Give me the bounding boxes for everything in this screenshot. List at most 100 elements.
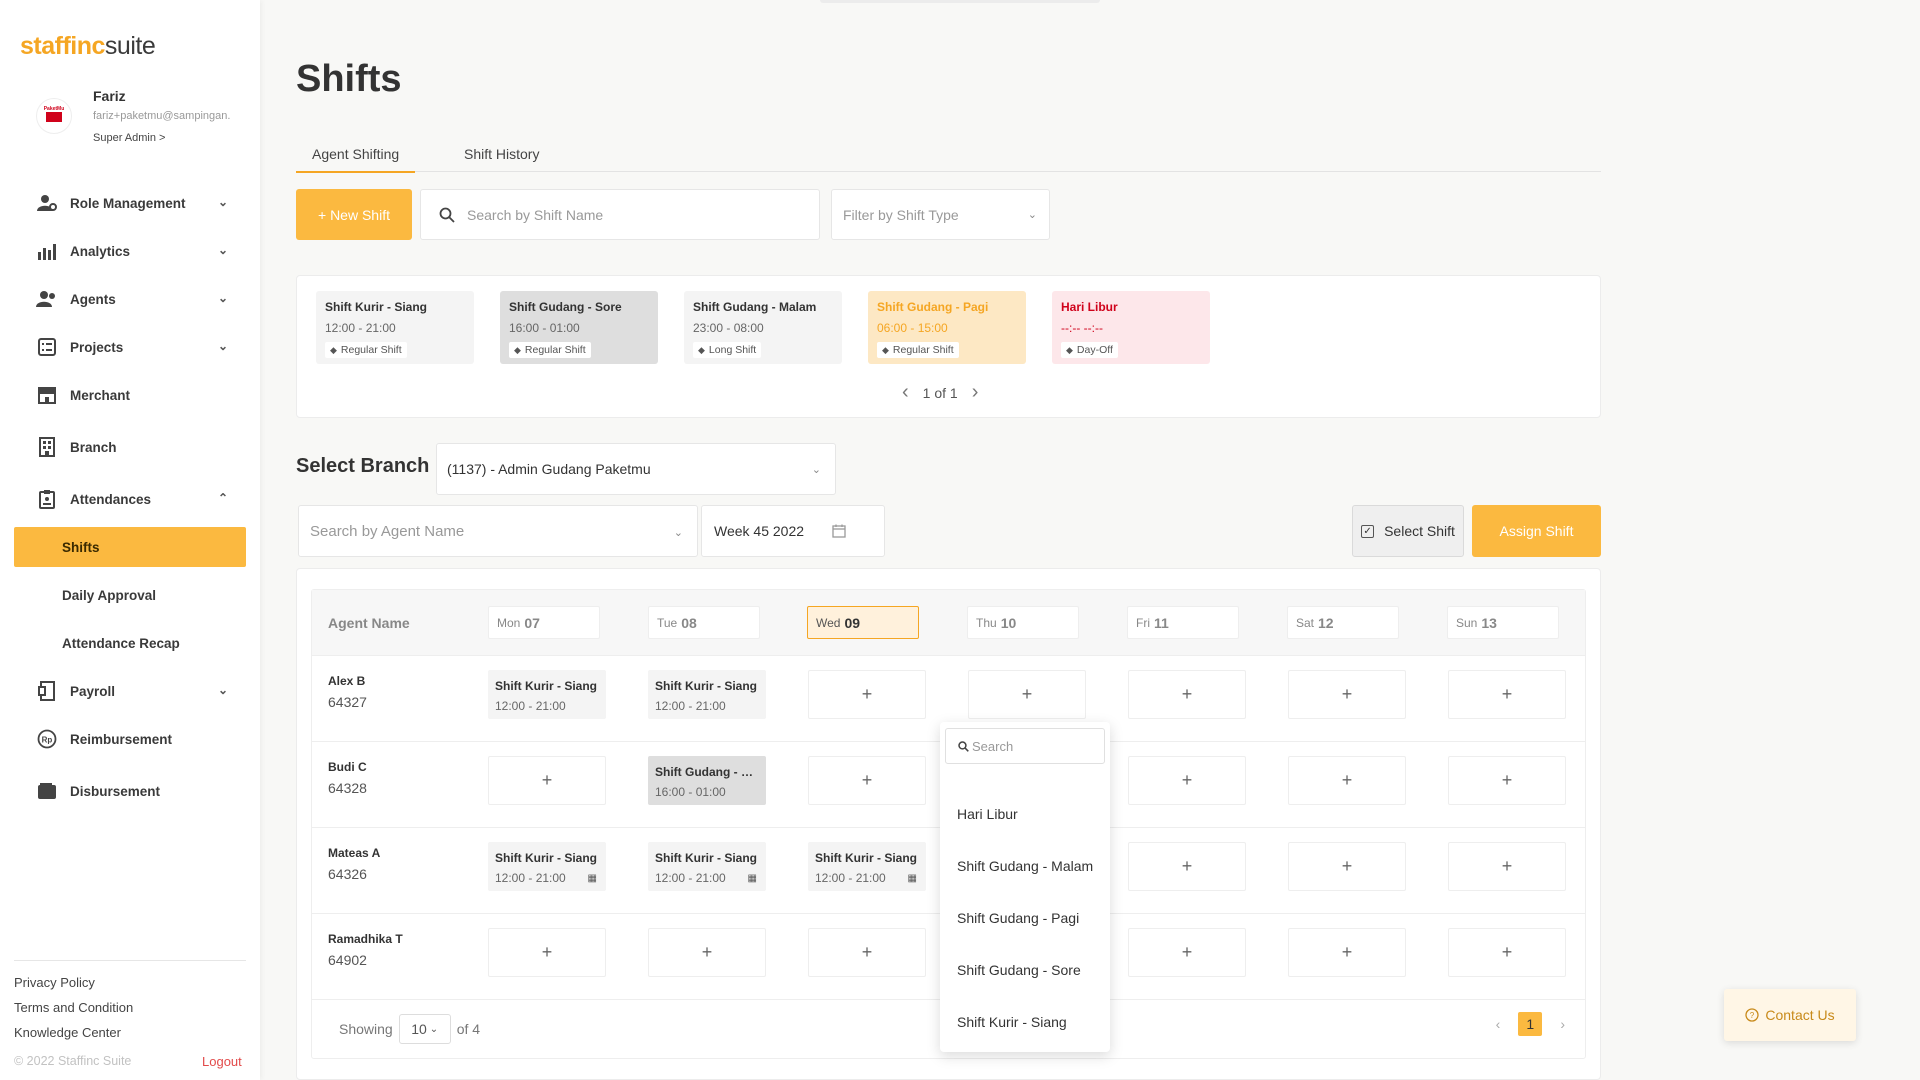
shift-cell[interactable]: Shift Kurir - Siang 12:00 - 21:00 ▦ <box>808 842 926 891</box>
nav-label: Projects <box>70 339 124 355</box>
page-size-select[interactable]: 10 ⌄ <box>398 1014 451 1044</box>
add-shift-cell[interactable]: + <box>488 928 606 977</box>
day-header: Thu 10 <box>967 606 1079 639</box>
shift-card-time: 12:00 - 21:00 <box>325 321 396 335</box>
contact-us-button[interactable]: ? Contact Us <box>1724 989 1856 1041</box>
add-shift-cell[interactable]: + <box>968 670 1086 719</box>
add-shift-cell[interactable]: + <box>808 670 926 719</box>
building-icon: ▦ <box>907 873 917 884</box>
logout-link[interactable]: Logout <box>202 1054 242 1069</box>
agent-id: 64326 <box>328 866 367 882</box>
avatar: PaketMu <box>36 98 72 134</box>
nav-disbursement[interactable]: Disbursement <box>14 771 246 811</box>
add-shift-cell[interactable]: + <box>1288 756 1406 805</box>
cell-shift-name: Shift Kurir - Siang <box>495 679 597 693</box>
user-role-link[interactable]: Super Admin > <box>93 132 165 144</box>
nav-merchant[interactable]: Merchant <box>14 375 246 415</box>
chevron-right-icon[interactable]: › <box>972 381 979 404</box>
paketmu-logo-icon: PaketMu <box>44 106 65 122</box>
shift-card[interactable]: Shift Gudang - Pagi 06:00 - 15:00 ◆ Regul… <box>868 291 1026 364</box>
svg-text:PaketMu: PaketMu <box>44 106 65 112</box>
dropdown-option[interactable]: Hari Libur <box>957 806 1018 822</box>
nav-analytics[interactable]: Analytics ⌄ <box>14 231 246 271</box>
add-shift-cell[interactable]: + <box>808 928 926 977</box>
nav-shifts[interactable]: Shifts <box>14 527 246 567</box>
select-shift-label: Select Shift <box>1384 523 1455 539</box>
chevron-left-icon[interactable]: ‹ <box>902 381 909 404</box>
cell-shift-name: Shift Kurir - Siang <box>655 679 757 693</box>
add-shift-cell[interactable]: + <box>1288 670 1406 719</box>
nav-role-management[interactable]: Role Management ⌄ <box>14 183 246 223</box>
new-shift-button[interactable]: + New Shift <box>296 189 412 240</box>
assign-shift-button[interactable]: Assign Shift <box>1472 505 1601 557</box>
week-picker[interactable]: Week 45 2022 <box>701 505 885 557</box>
dropdown-option[interactable]: Shift Gudang - Pagi <box>957 910 1079 926</box>
chevron-down-icon: ⌄ <box>811 464 821 476</box>
nav-label: Merchant <box>70 387 131 403</box>
cell-shift-time: 12:00 - 21:00 <box>495 699 566 713</box>
select-shift-button[interactable]: ✓ Select Shift <box>1352 505 1464 557</box>
search-icon <box>439 207 455 223</box>
shift-cell[interactable]: Shift Kurir - Siang 12:00 - 21:00 <box>648 670 766 719</box>
day-number: 08 <box>681 614 697 631</box>
shift-type-filter[interactable]: Filter by Shift Type ⌄ <box>831 189 1050 240</box>
nav-reimbursement[interactable]: Rp Reimbursement <box>14 719 246 759</box>
shift-card[interactable]: Shift Gudang - Malam 23:00 - 08:00 ◆ Long… <box>684 291 842 364</box>
nav-agents[interactable]: Agents ⌄ <box>14 279 246 319</box>
nav-payroll[interactable]: Payroll ⌄ <box>14 671 246 711</box>
branch-select[interactable]: (1137) - Admin Gudang Paketmu ⌄ <box>436 443 836 495</box>
chevron-right-icon[interactable]: › <box>1560 1016 1565 1032</box>
select-branch-label: Select Branch <box>296 455 430 477</box>
tab-shift-history[interactable]: Shift History <box>464 146 539 171</box>
dropdown-option[interactable]: Shift Kurir - Siang <box>957 1014 1067 1030</box>
tag-icon: ◆ <box>330 344 337 355</box>
knowledge-center-link[interactable]: Knowledge Center <box>14 1025 246 1050</box>
nav-projects[interactable]: Projects ⌄ <box>14 327 246 367</box>
tab-agent-shifting[interactable]: Agent Shifting <box>296 146 416 173</box>
shift-cell[interactable]: Shift Kurir - Siang 12:00 - 21:00 ▦ <box>488 842 606 891</box>
shift-card[interactable]: Shift Kurir - Siang 12:00 - 21:00 ◆ Regul… <box>316 291 474 364</box>
shift-dropdown: Search Hari Libur Shift Gudang - Malam S… <box>940 722 1110 1052</box>
add-shift-cell[interactable]: + <box>1448 842 1566 891</box>
nav-attendance-recap[interactable]: Attendance Recap <box>14 623 246 663</box>
add-shift-cell[interactable]: + <box>648 928 766 977</box>
shift-search-input[interactable]: Search by Shift Name <box>420 189 820 240</box>
shift-card-time: 06:00 - 15:00 <box>877 321 948 335</box>
nav-branch[interactable]: Branch <box>14 427 246 467</box>
brand-logo[interactable]: staffincsuite <box>20 32 156 61</box>
add-shift-cell[interactable]: + <box>1448 756 1566 805</box>
add-shift-cell[interactable]: + <box>1128 928 1246 977</box>
dropdown-option[interactable]: Shift Gudang - Sore <box>957 962 1081 978</box>
nav-daily-approval[interactable]: Daily Approval <box>14 575 246 615</box>
shift-cell[interactable]: Shift Gudang - So... 16:00 - 01:00 <box>648 756 766 805</box>
add-shift-cell[interactable]: + <box>1448 928 1566 977</box>
add-shift-cell[interactable]: + <box>1128 842 1246 891</box>
privacy-policy-link[interactable]: Privacy Policy <box>14 975 246 1000</box>
add-shift-cell[interactable]: + <box>1288 842 1406 891</box>
dropdown-search-input[interactable]: Search <box>945 728 1105 764</box>
add-shift-cell[interactable]: + <box>488 756 606 805</box>
add-shift-cell[interactable]: + <box>1128 756 1246 805</box>
add-shift-cell[interactable]: + <box>808 756 926 805</box>
terms-link[interactable]: Terms and Condition <box>14 1000 246 1025</box>
page-number-current[interactable]: 1 <box>1518 1012 1543 1036</box>
branch-value: (1137) - Admin Gudang Paketmu <box>447 461 651 477</box>
shift-card[interactable]: Hari Libur --:-- --:-- ◆ Day-Off <box>1052 291 1210 364</box>
add-shift-cell[interactable]: + <box>1288 928 1406 977</box>
nav-attendances[interactable]: Attendances ⌃ <box>14 479 246 519</box>
shift-type-tag: ◆ Regular Shift <box>877 342 959 358</box>
building-icon <box>36 436 58 458</box>
add-shift-cell[interactable]: + <box>1448 670 1566 719</box>
chevron-left-icon[interactable]: ‹ <box>1496 1016 1501 1032</box>
shift-cell[interactable]: Shift Kurir - Siang 12:00 - 21:00 <box>488 670 606 719</box>
tag-label: Long Shift <box>708 344 757 356</box>
shift-cell[interactable]: Shift Kurir - Siang 12:00 - 21:00 ▦ <box>648 842 766 891</box>
user-profile[interactable]: PaketMu Fariz fariz+paketmu@sampingan. S… <box>36 86 256 146</box>
shift-type-tag: ◆ Long Shift <box>693 342 762 358</box>
tag-label: Regular Shift <box>524 344 586 356</box>
dropdown-option[interactable]: Shift Gudang - Malam <box>957 858 1093 874</box>
shift-card[interactable]: Shift Gudang - Sore 16:00 - 01:00 ◆ Regul… <box>500 291 658 364</box>
add-shift-cell[interactable]: + <box>1128 670 1246 719</box>
shift-type-tag: ◆ Day-Off <box>1061 342 1118 358</box>
agent-search-select[interactable]: Search by Agent Name ⌄ <box>298 505 698 557</box>
